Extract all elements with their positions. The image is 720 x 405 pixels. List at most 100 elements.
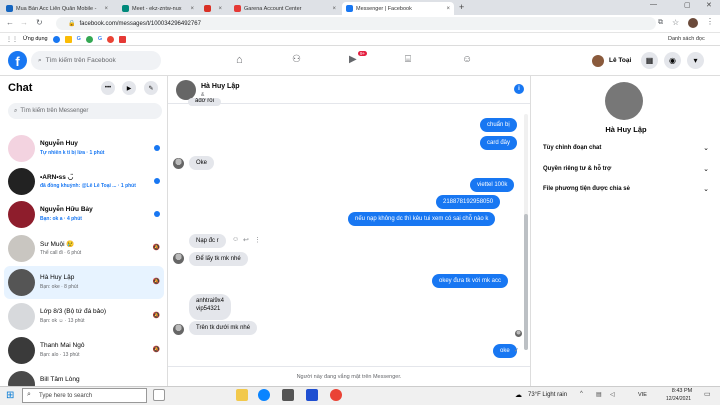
browser-tab-3[interactable]: × bbox=[200, 2, 226, 15]
seen-avatar bbox=[515, 330, 522, 337]
conversation-name[interactable]: Hà Huy Lập bbox=[201, 83, 240, 90]
taskbar-search-input[interactable]: ⌕ Type here to search bbox=[22, 388, 147, 403]
bookmark-icon[interactable] bbox=[85, 35, 93, 43]
facebook-header: f ⌕ Tìm kiếm trên Facebook ⌂ ⚇ ▶ 9+ ⌸ ☺ … bbox=[0, 46, 720, 76]
bookmark-icon[interactable] bbox=[107, 35, 115, 43]
chat-list-item[interactable]: •ARN•ss ◡̈ đã đồng khuỷnh: @Lê Lê Toại .… bbox=[4, 165, 164, 198]
store-icon[interactable] bbox=[282, 389, 294, 401]
watch-icon[interactable]: ▶ bbox=[349, 54, 357, 65]
menu-icon[interactable]: ⋮ bbox=[706, 17, 714, 26]
profile-avatar[interactable] bbox=[688, 18, 698, 28]
browser-tab-4[interactable]: Garena Account Center × bbox=[230, 2, 340, 15]
bookmark-google-icon[interactable]: G bbox=[98, 36, 102, 42]
search-icon: ⌕ bbox=[14, 107, 18, 114]
weather-label[interactable]: 73°F Light rain bbox=[528, 392, 567, 398]
browser-tab-2[interactable]: Meet - ekz-zntw-nux × bbox=[118, 2, 198, 15]
muted-bell-icon: 🔕 bbox=[152, 245, 160, 251]
avatar[interactable] bbox=[176, 80, 196, 100]
chat-list-item[interactable]: Lớp 8/3 (Bộ tứ đá bảo) Bạn: ok ☺ · 13 ph… bbox=[4, 300, 164, 333]
groups-icon[interactable]: ☺ bbox=[462, 54, 472, 65]
unavailable-notice: Người này đang vắng mặt trên Messenger. bbox=[168, 366, 530, 386]
more-options-icon[interactable]: ••• bbox=[101, 81, 115, 95]
chat-list-item[interactable]: Nguyễn Huy Tự nhiên k ti bị lừa · 1 phút bbox=[4, 132, 164, 165]
browser-tab-5[interactable]: Messenger | Facebook × bbox=[342, 2, 454, 15]
shared-media-row[interactable]: File phương tiện được chia sẻ ⌄ bbox=[543, 186, 713, 193]
close-icon[interactable]: × bbox=[446, 6, 450, 12]
browser-tab-1[interactable]: Mua Bán Acc Liên Quân Mobile - × bbox=[2, 2, 112, 15]
avatar bbox=[8, 371, 35, 386]
bookmark-youtube-icon[interactable] bbox=[119, 35, 127, 43]
avatar bbox=[8, 337, 35, 364]
video-call-icon[interactable]: ▶ bbox=[122, 81, 136, 95]
windows-start-icon[interactable]: ⊞ bbox=[6, 390, 14, 401]
scrollbar[interactable] bbox=[524, 114, 528, 350]
clock-date[interactable]: 12/24/2021 bbox=[666, 396, 691, 402]
edge-icon[interactable] bbox=[258, 389, 270, 401]
avatar bbox=[173, 324, 184, 335]
scrollbar-thumb[interactable] bbox=[524, 214, 528, 350]
message-bubble-incoming: Để lấy tk mk nhé bbox=[189, 252, 248, 266]
close-icon[interactable]: × bbox=[190, 6, 194, 12]
network-icon[interactable]: ▤ bbox=[596, 391, 602, 398]
info-icon[interactable]: i bbox=[514, 84, 524, 94]
share-icon[interactable]: ⧉ bbox=[658, 19, 663, 27]
chat-list-item[interactable]: Nguyễn Hữu Bảy Bạn: ok a · 4 phút bbox=[4, 198, 164, 231]
chat-list-panel: Chat ••• ▶ ✎ ⌕ Tìm kiếm trên Messenger N… bbox=[0, 76, 168, 386]
bookmark-icon[interactable] bbox=[64, 35, 72, 43]
mail-icon[interactable] bbox=[306, 389, 318, 401]
bookmark-facebook-icon[interactable] bbox=[52, 35, 60, 43]
message-bubble-outgoing: okey đưa tk với mk acc bbox=[432, 274, 508, 288]
profile-avatar[interactable] bbox=[605, 82, 643, 120]
close-icon[interactable]: × bbox=[218, 6, 222, 12]
tray-chevron-icon[interactable]: ^ bbox=[580, 391, 583, 397]
close-icon[interactable]: × bbox=[104, 6, 108, 12]
tab-favicon-icon bbox=[346, 5, 353, 12]
minimize-icon[interactable]: — bbox=[650, 1, 657, 8]
privacy-support-row[interactable]: Quyền riêng tư & hỗ trợ ⌄ bbox=[543, 166, 713, 173]
tab-favicon-icon bbox=[6, 5, 13, 12]
tab-favicon-icon bbox=[234, 5, 241, 12]
close-icon[interactable]: × bbox=[332, 6, 336, 12]
new-message-icon[interactable]: ✎ bbox=[144, 81, 158, 95]
new-tab-icon[interactable]: + bbox=[459, 2, 464, 12]
react-icon[interactable]: ☺ bbox=[232, 236, 239, 243]
user-name[interactable]: Lê Toại bbox=[609, 57, 631, 64]
home-icon[interactable]: ⌂ bbox=[236, 54, 243, 66]
file-explorer-icon[interactable] bbox=[236, 389, 248, 401]
apps-icon[interactable]: ⋮⋮ bbox=[6, 36, 18, 43]
chat-list-item[interactable]: Thanh Mai Ngô Bạn: alo · 13 phút 🔕 bbox=[4, 334, 164, 367]
more-icon[interactable]: ⋮ bbox=[254, 236, 261, 244]
star-icon[interactable]: ☆ bbox=[672, 18, 679, 27]
back-icon[interactable]: ← bbox=[6, 18, 14, 27]
reply-icon[interactable]: ↩ bbox=[243, 236, 249, 244]
bookmark-google-icon[interactable]: G bbox=[77, 36, 81, 42]
notification-center-icon[interactable]: ▭ bbox=[704, 390, 711, 398]
clock-time[interactable]: 8:43 PM bbox=[670, 388, 694, 394]
url-field[interactable]: 🔒 facebook.com/messages/t/10003429649276… bbox=[56, 17, 656, 30]
chat-list-item[interactable]: Bill Tâm Lòng bbox=[4, 368, 164, 386]
forward-icon[interactable]: → bbox=[20, 18, 28, 27]
notifications-icon[interactable]: ▾ bbox=[687, 52, 704, 69]
facebook-search-input[interactable]: ⌕ Tìm kiếm trên Facebook bbox=[31, 51, 161, 70]
facebook-logo[interactable]: f bbox=[8, 51, 27, 70]
marketplace-icon[interactable]: ⌸ bbox=[405, 54, 411, 65]
task-view-icon[interactable] bbox=[153, 389, 165, 401]
reload-icon[interactable]: ↻ bbox=[36, 18, 43, 27]
menu-grid-icon[interactable]: ▦ bbox=[641, 52, 658, 69]
volume-icon[interactable]: ◁ bbox=[610, 391, 615, 398]
maximize-icon[interactable]: ▢ bbox=[684, 1, 691, 9]
chat-list-item[interactable]: Sư Muội 😢 Thể call đi · 6 phút 🔕 bbox=[4, 232, 164, 265]
language-indicator[interactable]: VIE bbox=[638, 392, 647, 398]
customize-chat-row[interactable]: Tùy chỉnh đoạn chat ⌄ bbox=[543, 145, 713, 152]
chat-list-item[interactable]: Hà Huy Lập Bạn: oke · 8 phút 🔕 bbox=[4, 266, 164, 299]
user-avatar[interactable] bbox=[592, 55, 604, 67]
friends-icon[interactable]: ⚇ bbox=[292, 54, 301, 65]
window-close-icon[interactable]: ✕ bbox=[706, 1, 712, 9]
bookmarks-bar: ⋮⋮ Ứng dụng G G Danh sách đọc bbox=[0, 33, 720, 46]
reading-list[interactable]: Danh sách đọc bbox=[668, 36, 705, 42]
browser-tab-bar: Mua Bán Acc Liên Quân Mobile - × Meet - e… bbox=[0, 0, 720, 15]
messenger-icon[interactable]: ◉ bbox=[664, 52, 681, 69]
messenger-search-input[interactable]: ⌕ Tìm kiếm trên Messenger bbox=[8, 103, 162, 119]
apps-label[interactable]: Ứng dụng bbox=[23, 36, 48, 42]
chrome-icon[interactable] bbox=[330, 389, 342, 401]
